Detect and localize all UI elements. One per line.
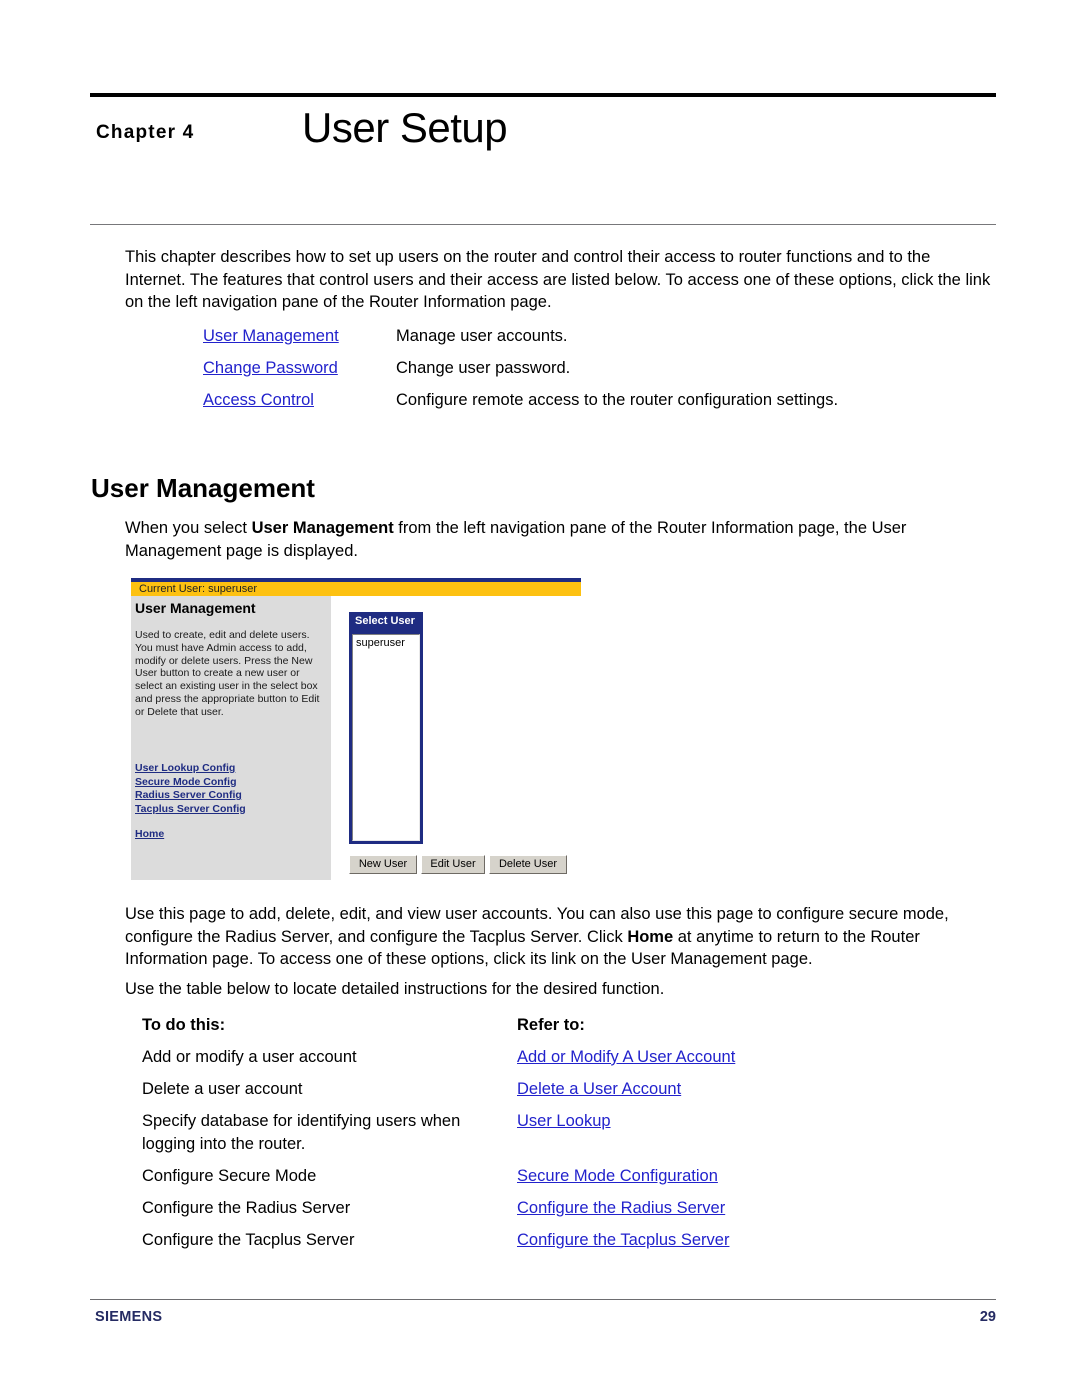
- para-a-bold: User Management: [251, 519, 394, 537]
- select-user-header: Select User: [349, 612, 423, 631]
- link-delete-a-user-account[interactable]: Delete a User Account: [517, 1080, 681, 1098]
- table-cell-task: Configure the Radius Server: [142, 1199, 351, 1217]
- feature-link-list: User Management Manage user accounts. Ch…: [203, 326, 993, 422]
- table-row: Delete a user account Delete a User Acco…: [142, 1078, 1002, 1110]
- para-b-bold: Home: [627, 927, 674, 946]
- pane-help-text: Used to create, edit and delete users. Y…: [135, 629, 320, 718]
- table-cell-refer: Configure the Radius Server: [517, 1197, 725, 1220]
- table-row: Configure Secure Mode Secure Mode Config…: [142, 1165, 1002, 1197]
- link-add-or-modify-a-user-account[interactable]: Add or Modify A User Account: [517, 1048, 735, 1066]
- table-cell-task: Configure Secure Mode: [142, 1167, 317, 1185]
- table-row: Add or modify a user account Add or Modi…: [142, 1046, 1002, 1078]
- link-access-control[interactable]: Access Control: [203, 390, 314, 411]
- chapter-label: Chapter 4: [96, 122, 195, 143]
- pane-nav-links: User Lookup Config Secure Mode Config Ra…: [135, 762, 327, 816]
- para-a-pre: When you select: [125, 519, 252, 537]
- select-user-listbox[interactable]: superuser: [349, 631, 423, 844]
- edit-user-button[interactable]: Edit User: [421, 855, 485, 874]
- link-user-lookup[interactable]: User Lookup: [517, 1112, 611, 1130]
- link-change-password[interactable]: Change Password: [203, 358, 338, 379]
- sidebar-item-user-lookup-config[interactable]: User Lookup Config: [135, 762, 327, 776]
- select-user-listbox-inner: superuser: [352, 634, 420, 841]
- delete-user-button[interactable]: Delete User: [489, 855, 567, 874]
- page-title: User Setup: [302, 104, 508, 151]
- table-cell-refer: Delete a User Account: [517, 1078, 681, 1101]
- header-rule-thick: [90, 93, 996, 97]
- column-header-task: To do this:: [142, 1016, 226, 1034]
- router-left-nav-pane: User Management Used to create, edit and…: [131, 596, 331, 880]
- footer-page-number: 29: [979, 1309, 996, 1325]
- header-rule-thin: [90, 224, 996, 225]
- list-item: User Management Manage user accounts.: [203, 326, 993, 358]
- link-user-management[interactable]: User Management: [203, 326, 339, 347]
- select-user-label: Select User: [355, 615, 415, 627]
- document-page: Chapter 4 User Setup This chapter descri…: [0, 0, 1080, 1397]
- sidebar-item-home[interactable]: Home: [135, 828, 164, 842]
- pane-home-link-wrap: Home: [135, 828, 164, 842]
- table-header-row: To do this: Refer to:: [142, 1014, 1002, 1046]
- table-row: Specify database for identifying users w…: [142, 1110, 1002, 1165]
- link-configure-the-radius-server[interactable]: Configure the Radius Server: [517, 1199, 725, 1217]
- pane-title: User Management: [135, 600, 256, 616]
- link-description: Configure remote access to the router co…: [396, 391, 839, 409]
- section-paragraph-usage: Use this page to add, delete, edit, and …: [125, 903, 993, 971]
- link-description: Change user password.: [396, 359, 571, 377]
- list-item: Change Password Change user password.: [203, 358, 993, 390]
- section-paragraph-intro: When you select User Management from the…: [125, 517, 993, 562]
- current-user-label: Current User: superuser: [139, 583, 257, 595]
- link-configure-the-tacplus-server[interactable]: Configure the Tacplus Server: [517, 1231, 729, 1249]
- current-user-status-bar: Current User: superuser: [131, 582, 581, 596]
- table-cell-task: Specify database for identifying users w…: [142, 1112, 461, 1153]
- table-cell-refer: Secure Mode Configuration: [517, 1165, 718, 1188]
- embedded-router-screenshot: Current User: superuser User Management …: [131, 578, 581, 880]
- table-cell-task: Configure the Tacplus Server: [142, 1231, 355, 1249]
- column-header-refer: Refer to:: [517, 1016, 585, 1034]
- table-cell-refer: User Lookup: [517, 1110, 611, 1133]
- table-cell-refer: Configure the Tacplus Server: [517, 1229, 729, 1252]
- list-item[interactable]: superuser: [356, 636, 405, 650]
- footer-rule: [90, 1299, 996, 1300]
- section-heading-user-management: User Management: [91, 473, 315, 503]
- table-cell-task: Add or modify a user account: [142, 1048, 357, 1066]
- list-item: Access Control Configure remote access t…: [203, 390, 993, 422]
- table-row: Configure the Tacplus Server Configure t…: [142, 1229, 1002, 1261]
- table-cell-refer: Add or Modify A User Account: [517, 1046, 735, 1069]
- table-cell-task: Delete a user account: [142, 1080, 303, 1098]
- new-user-button[interactable]: New User: [349, 855, 417, 874]
- footer-brand: SIEMENS: [95, 1309, 163, 1325]
- reference-table: To do this: Refer to: Add or modify a us…: [142, 1014, 1002, 1261]
- table-row: Configure the Radius Server Configure th…: [142, 1197, 1002, 1229]
- select-user-control: Select User superuser: [349, 612, 423, 844]
- intro-paragraph: This chapter describes how to set up use…: [125, 248, 991, 311]
- link-secure-mode-configuration[interactable]: Secure Mode Configuration: [517, 1167, 718, 1185]
- sidebar-item-radius-server-config[interactable]: Radius Server Config: [135, 789, 327, 803]
- sidebar-item-tacplus-server-config[interactable]: Tacplus Server Config: [135, 803, 327, 817]
- section-paragraph-table-intro: Use the table below to locate detailed i…: [125, 980, 665, 998]
- sidebar-item-secure-mode-config[interactable]: Secure Mode Config: [135, 776, 327, 790]
- link-description: Manage user accounts.: [396, 327, 568, 345]
